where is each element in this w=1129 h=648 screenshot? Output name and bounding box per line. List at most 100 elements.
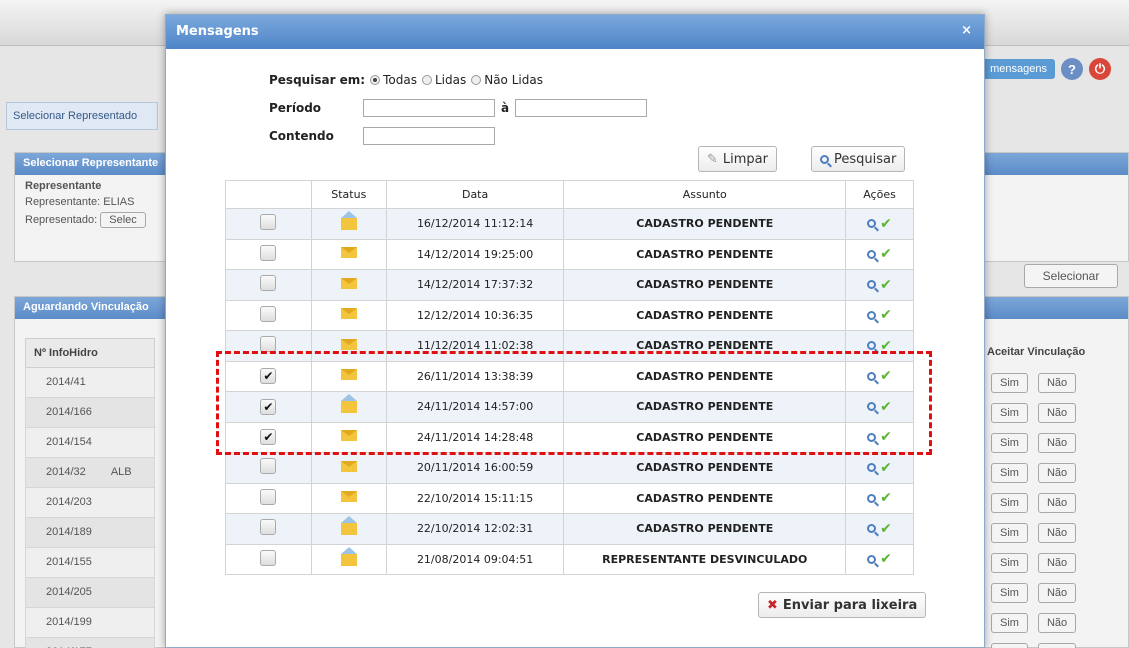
send-to-trash-label: Enviar para lixeira bbox=[782, 597, 918, 613]
actions-cell: ✔ bbox=[845, 513, 914, 545]
view-icon[interactable] bbox=[867, 310, 877, 320]
subject-cell: CADASTRO PENDENTE bbox=[563, 482, 847, 514]
row-checkbox[interactable] bbox=[260, 488, 277, 505]
yes-button[interactable]: Sim bbox=[991, 403, 1028, 423]
view-icon[interactable] bbox=[867, 341, 877, 351]
mark-read-icon[interactable]: ✔ bbox=[880, 216, 892, 232]
view-icon[interactable] bbox=[867, 280, 877, 290]
rep-value: ELIAS bbox=[103, 196, 135, 208]
dialog-header: Mensagens × bbox=[166, 15, 984, 49]
power-icon[interactable]: ⏻ bbox=[1089, 58, 1111, 80]
accept-row: Sim Não bbox=[985, 638, 1105, 648]
infohidro-cell: 2014/177 bbox=[25, 638, 155, 648]
row-checkbox[interactable] bbox=[260, 305, 277, 322]
contains-input[interactable] bbox=[363, 127, 495, 145]
tab-select-represented[interactable]: Selecionar Representado bbox=[6, 102, 158, 130]
table-row[interactable]: 20/11/2014 16:00:59 CADASTRO PENDENTE ✔ bbox=[225, 452, 914, 484]
row-checkbox[interactable] bbox=[260, 458, 277, 475]
contains-row: Contendo bbox=[269, 123, 647, 149]
date-cell: 21/08/2014 09:04:51 bbox=[385, 543, 565, 575]
no-button[interactable]: Não bbox=[1037, 463, 1077, 483]
select-button[interactable]: Selecionar bbox=[1024, 264, 1118, 288]
view-icon[interactable] bbox=[867, 554, 877, 564]
view-icon[interactable] bbox=[867, 249, 877, 259]
no-button[interactable]: Não bbox=[1037, 583, 1077, 603]
view-icon[interactable] bbox=[867, 493, 877, 503]
mark-read-icon[interactable]: ✔ bbox=[880, 277, 892, 293]
close-icon[interactable]: × bbox=[961, 23, 972, 38]
period-end-input[interactable] bbox=[515, 99, 648, 117]
view-icon[interactable] bbox=[867, 524, 877, 534]
no-button[interactable]: Não bbox=[1037, 433, 1077, 453]
represented-select[interactable]: Selec bbox=[100, 212, 146, 228]
mark-read-icon[interactable]: ✔ bbox=[880, 490, 892, 506]
row-checkbox[interactable] bbox=[260, 244, 277, 261]
accept-row: Sim Não bbox=[985, 608, 1105, 638]
row-checkbox[interactable] bbox=[260, 519, 277, 536]
help-icon[interactable]: ? bbox=[1061, 58, 1083, 80]
view-icon[interactable] bbox=[867, 463, 877, 473]
closed-envelope-icon bbox=[340, 460, 357, 472]
infohidro-cell: 2014/41 bbox=[25, 368, 155, 398]
no-button[interactable]: Não bbox=[1037, 493, 1077, 513]
yes-button[interactable]: Sim bbox=[991, 613, 1028, 633]
delete-icon: ✖ bbox=[767, 597, 778, 613]
yes-button[interactable]: Sim bbox=[991, 553, 1028, 573]
select-cell bbox=[225, 208, 312, 240]
row-checkbox[interactable] bbox=[260, 214, 277, 231]
table-row[interactable]: 14/12/2014 19:25:00 CADASTRO PENDENTE ✔ bbox=[225, 238, 914, 270]
no-button[interactable]: Não bbox=[1037, 643, 1077, 648]
no-button[interactable]: Não bbox=[1037, 373, 1077, 393]
search-button[interactable]: Pesquisar bbox=[811, 146, 906, 172]
row-checkbox[interactable] bbox=[260, 549, 277, 566]
mark-read-icon[interactable]: ✔ bbox=[880, 521, 892, 537]
subject-cell: REPRESENTANTE DESVINCULADO bbox=[563, 543, 847, 575]
clear-button[interactable]: ✎ Limpar bbox=[698, 146, 777, 172]
mark-read-icon[interactable]: ✔ bbox=[880, 246, 892, 262]
no-button[interactable]: Não bbox=[1037, 553, 1077, 573]
mark-read-icon[interactable]: ✔ bbox=[880, 551, 892, 567]
yes-button[interactable]: Sim bbox=[991, 643, 1028, 648]
no-button[interactable]: Não bbox=[1037, 403, 1077, 423]
mark-read-icon[interactable]: ✔ bbox=[880, 460, 892, 476]
table-row[interactable]: 22/10/2014 12:02:31 CADASTRO PENDENTE ✔ bbox=[225, 513, 914, 545]
radio-unread[interactable] bbox=[471, 75, 482, 85]
view-icon[interactable] bbox=[867, 219, 877, 229]
yes-button[interactable]: Sim bbox=[991, 583, 1028, 603]
subject-cell: CADASTRO PENDENTE bbox=[563, 452, 847, 484]
table-row[interactable]: 22/10/2014 15:11:15 CADASTRO PENDENTE ✔ bbox=[225, 482, 914, 514]
period-row: Período à bbox=[269, 95, 648, 121]
messages-link[interactable]: mensagens bbox=[982, 59, 1055, 79]
table-row[interactable]: 14/12/2014 17:37:32 CADASTRO PENDENTE ✔ bbox=[225, 269, 914, 301]
closed-envelope-icon bbox=[340, 277, 357, 289]
row-checkbox[interactable] bbox=[260, 336, 277, 353]
header-actions: mensagens ? ⏻ bbox=[982, 58, 1111, 80]
table-row[interactable]: 21/08/2014 09:04:51 REPRESENTANTE DESVINC… bbox=[225, 543, 914, 575]
mark-read-icon[interactable]: ✔ bbox=[880, 307, 892, 323]
infohidro-cell: 2014/154 bbox=[25, 428, 155, 458]
table-header-row: Status Data Assunto Ações bbox=[225, 180, 914, 209]
radio-unread-label: Não Lidas bbox=[484, 73, 543, 87]
radio-all[interactable] bbox=[370, 75, 381, 85]
accept-row: Sim Não bbox=[985, 488, 1105, 518]
actions-cell: ✔ bbox=[845, 238, 914, 270]
infohidro-cell: 2014/166 bbox=[25, 398, 155, 428]
no-button[interactable]: Não bbox=[1037, 523, 1077, 543]
period-label: Período bbox=[269, 101, 322, 115]
yes-button[interactable]: Sim bbox=[991, 493, 1028, 513]
yes-button[interactable]: Sim bbox=[991, 433, 1028, 453]
table-row[interactable]: 16/12/2014 11:12:14 CADASTRO PENDENTE ✔ bbox=[225, 208, 914, 240]
select-cell bbox=[225, 452, 312, 484]
period-start-input[interactable] bbox=[363, 99, 495, 117]
select-cell bbox=[225, 482, 312, 514]
select-cell bbox=[225, 238, 312, 270]
yes-button[interactable]: Sim bbox=[991, 463, 1028, 483]
yes-button[interactable]: Sim bbox=[991, 373, 1028, 393]
send-to-trash-button[interactable]: ✖ Enviar para lixeira bbox=[758, 592, 927, 618]
row-checkbox[interactable] bbox=[260, 275, 277, 292]
table-row[interactable]: 12/12/2014 10:36:35 CADASTRO PENDENTE ✔ bbox=[225, 299, 914, 331]
rep-label: Representante: bbox=[25, 196, 101, 208]
yes-button[interactable]: Sim bbox=[991, 523, 1028, 543]
radio-read[interactable] bbox=[421, 75, 432, 85]
no-button[interactable]: Não bbox=[1037, 613, 1077, 633]
